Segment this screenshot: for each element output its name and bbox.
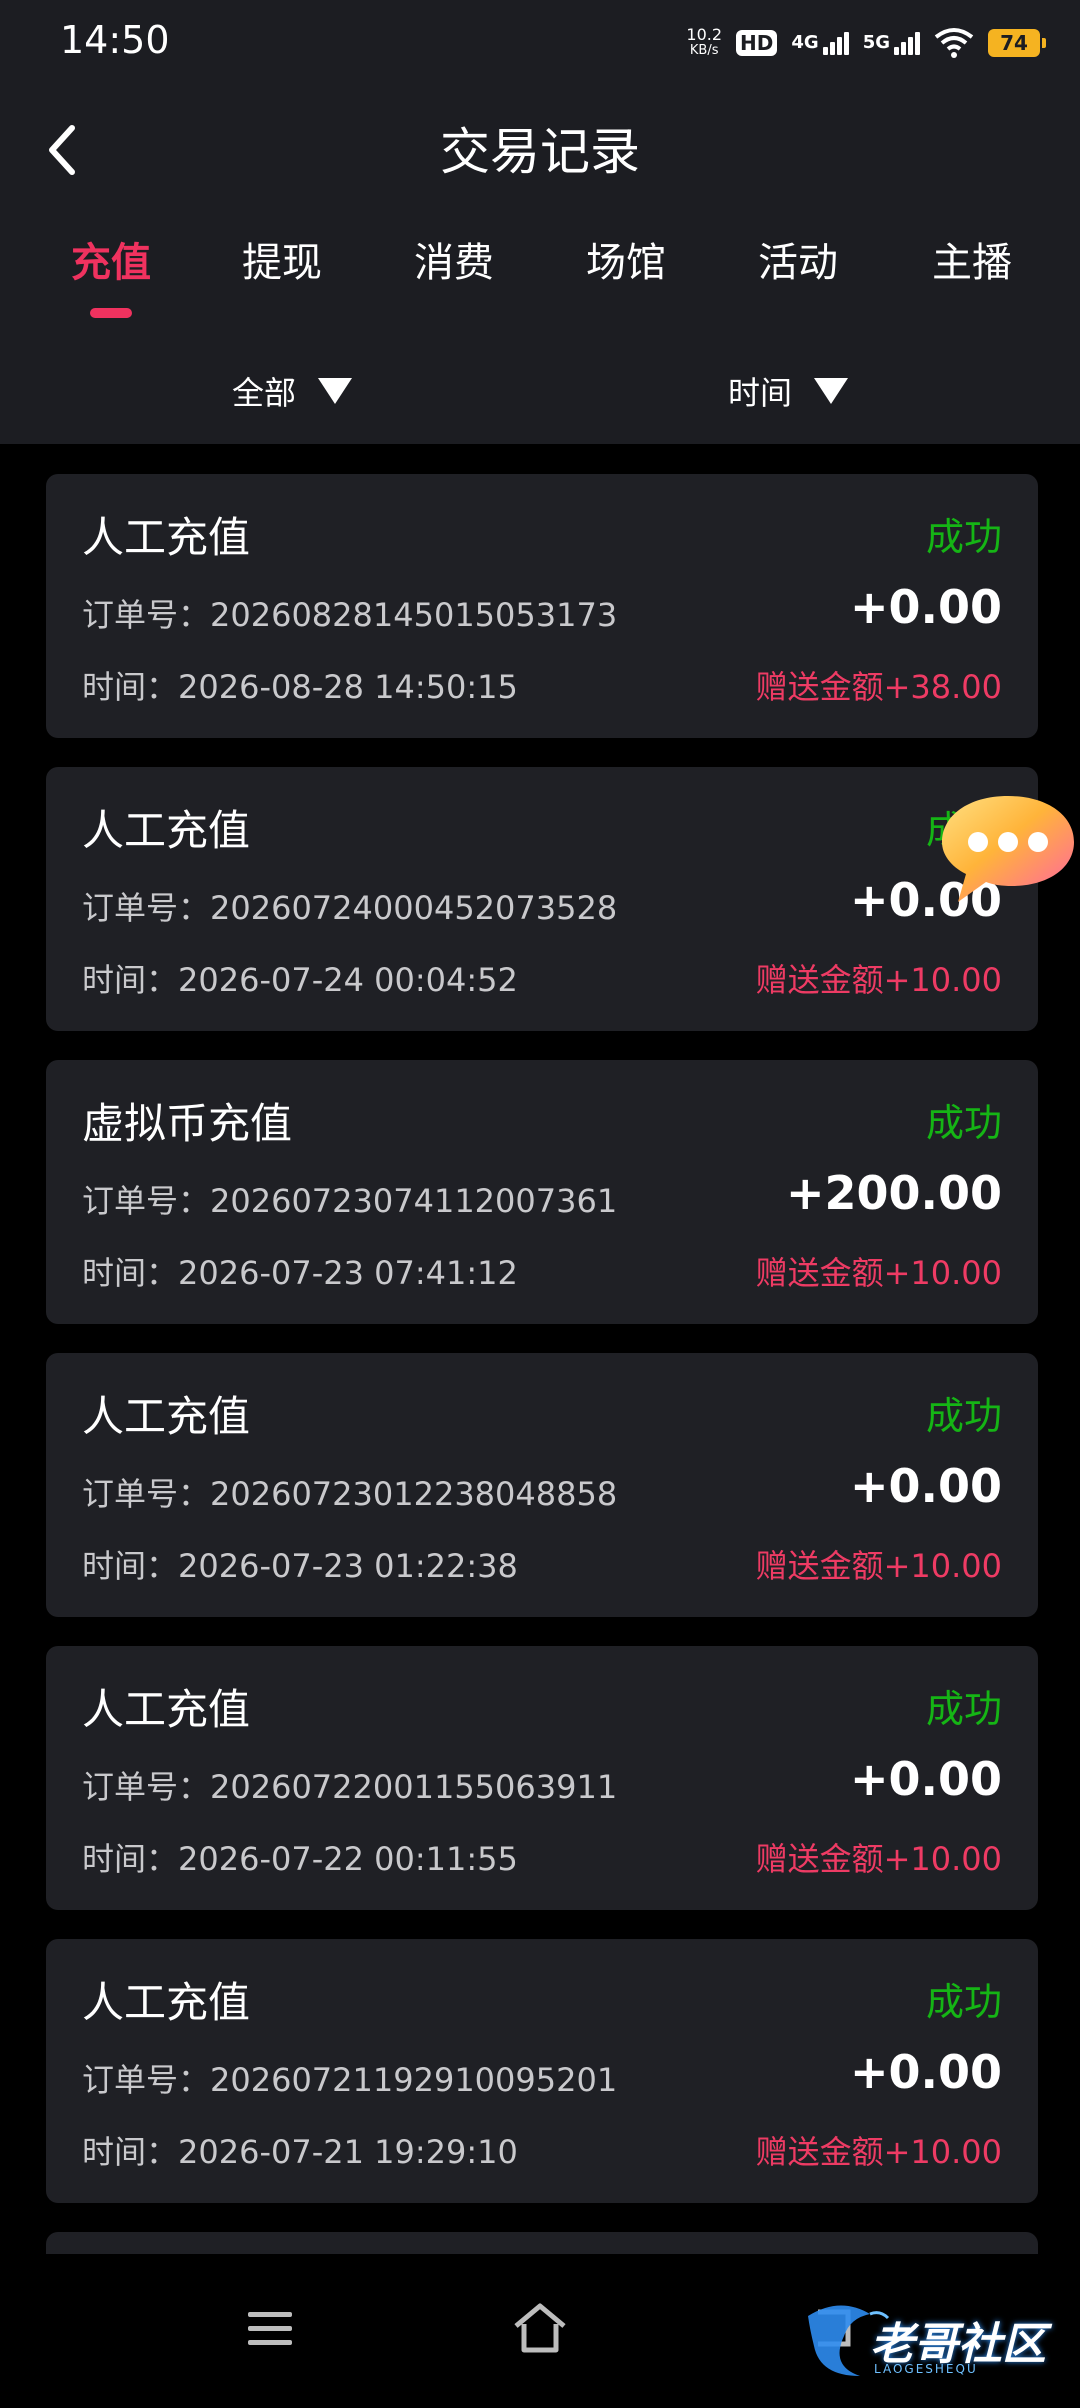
record-time: 时间：2026-07-24 00:04:52 <box>82 961 518 999</box>
record-type: 人工充值 <box>82 806 251 855</box>
record-status: 成功 <box>925 1101 1002 1145</box>
time-filter[interactable]: 时间 <box>728 368 849 414</box>
hd-icon: HD <box>736 30 778 56</box>
signal-5g-icon: 5G <box>863 31 920 55</box>
record-time: 时间：2026-07-22 00:11:55 <box>82 1840 518 1878</box>
record-amount: +0.00 <box>849 1459 1002 1513</box>
record-amount: +0.00 <box>849 1752 1002 1806</box>
record-type: 虚拟币充值 <box>82 1099 293 1148</box>
time-filter-label: 时间 <box>728 374 793 412</box>
record-order-number: 订单号：20260723012238048858 <box>82 1475 618 1513</box>
record-card[interactable]: 虚拟币充值 成功 订单号：20260723074112007361 +200.0… <box>46 1060 1038 1324</box>
record-bonus: 赠送金额+10.00 <box>755 1547 1002 1585</box>
record-amount: +0.00 <box>849 580 1002 634</box>
record-order-number: 订单号：20260828145015053173 <box>82 596 618 634</box>
record-card[interactable]: 人工充值 成功 订单号：20260722001155063911 +0.00 时… <box>46 1646 1038 1910</box>
record-time: 时间：2026-08-28 14:50:15 <box>82 668 518 706</box>
menu-icon[interactable] <box>240 2298 300 2358</box>
network-speed: 10.2 KB/s <box>686 25 723 59</box>
record-card[interactable]: 人工充值 成功 订单号：20260721192910095201 +0.00 时… <box>46 1939 1038 2203</box>
record-type: 人工充值 <box>82 1685 251 1734</box>
home-icon[interactable] <box>510 2298 570 2358</box>
record-order-number: 订单号：20260721192910095201 <box>82 2061 618 2099</box>
signal-4g-icon: 4G <box>791 31 849 55</box>
active-tab-indicator <box>90 308 132 318</box>
record-bonus: 赠送金额+10.00 <box>755 1254 1002 1292</box>
tab-venue[interactable]: 场馆 <box>566 230 686 288</box>
record-type: 人工充值 <box>82 1978 251 2027</box>
record-status: 成功 <box>925 1394 1002 1438</box>
record-list[interactable]: 人工充值 成功 订单号：20260828145015053173 +0.00 时… <box>46 474 1038 2254</box>
tab-consume[interactable]: 消费 <box>394 230 514 288</box>
wifi-icon <box>934 28 974 58</box>
record-status: 成功 <box>925 515 1002 559</box>
filter-bar: 全部 时间 <box>0 368 1080 418</box>
triangle-down-icon <box>814 378 849 404</box>
record-card[interactable]: 人工充值 成功 订单号：20260723012238048858 +0.00 时… <box>46 1353 1038 1617</box>
record-order-number: 订单号：20260723074112007361 <box>82 1182 618 1220</box>
battery-icon: 74 <box>988 29 1046 57</box>
record-bonus: 赠送金额+38.00 <box>755 668 1002 706</box>
status-bar: 14:50 10.2 KB/s HD 4G 5G 74 <box>0 0 1080 84</box>
record-order-number: 订单号：20260724000452073528 <box>82 889 618 927</box>
record-card-partial[interactable] <box>46 2232 1038 2254</box>
tab-recharge[interactable]: 充值 <box>51 230 171 288</box>
record-bonus: 赠送金额+10.00 <box>755 961 1002 999</box>
record-order-number: 订单号：20260722001155063911 <box>82 1768 618 1806</box>
record-card[interactable]: 人工充值 成功 订单号：20260724000452073528 +0.00 时… <box>46 767 1038 1031</box>
tab-anchor[interactable]: 主播 <box>912 230 1032 288</box>
status-time: 14:50 <box>60 18 170 62</box>
record-amount: +0.00 <box>849 2045 1002 2099</box>
record-status: 成功 <box>925 1687 1002 1731</box>
watermark-logo: 老哥社区 LAOGESHEQU <box>800 2296 1070 2386</box>
record-status: 成功 <box>925 1980 1002 2024</box>
record-type: 人工充值 <box>82 1392 251 1441</box>
tab-activity[interactable]: 活动 <box>738 230 858 288</box>
record-time: 时间：2026-07-23 01:22:38 <box>82 1547 518 1585</box>
record-bonus: 赠送金额+10.00 <box>755 2133 1002 2171</box>
chat-bubble-icon[interactable] <box>938 790 1078 908</box>
status-icons: 10.2 KB/s HD 4G 5G 74 <box>686 22 1046 64</box>
triangle-down-icon <box>318 378 353 404</box>
record-amount: +200.00 <box>785 1166 1002 1220</box>
page-title: 交易记录 <box>440 123 640 181</box>
record-time: 时间：2026-07-23 07:41:12 <box>82 1254 518 1292</box>
category-filter[interactable]: 全部 <box>232 368 353 414</box>
record-card[interactable]: 人工充值 成功 订单号：20260828145015053173 +0.00 时… <box>46 474 1038 738</box>
record-time: 时间：2026-07-21 19:29:10 <box>82 2133 518 2171</box>
category-filter-label: 全部 <box>232 374 297 412</box>
watermark-subtext: LAOGESHEQU <box>874 2362 978 2376</box>
tab-withdraw[interactable]: 提现 <box>222 230 342 288</box>
record-bonus: 赠送金额+10.00 <box>755 1840 1002 1878</box>
tab-bar: 充值 提现 消费 场馆 活动 主播 <box>0 230 1080 330</box>
record-type: 人工充值 <box>82 513 251 562</box>
